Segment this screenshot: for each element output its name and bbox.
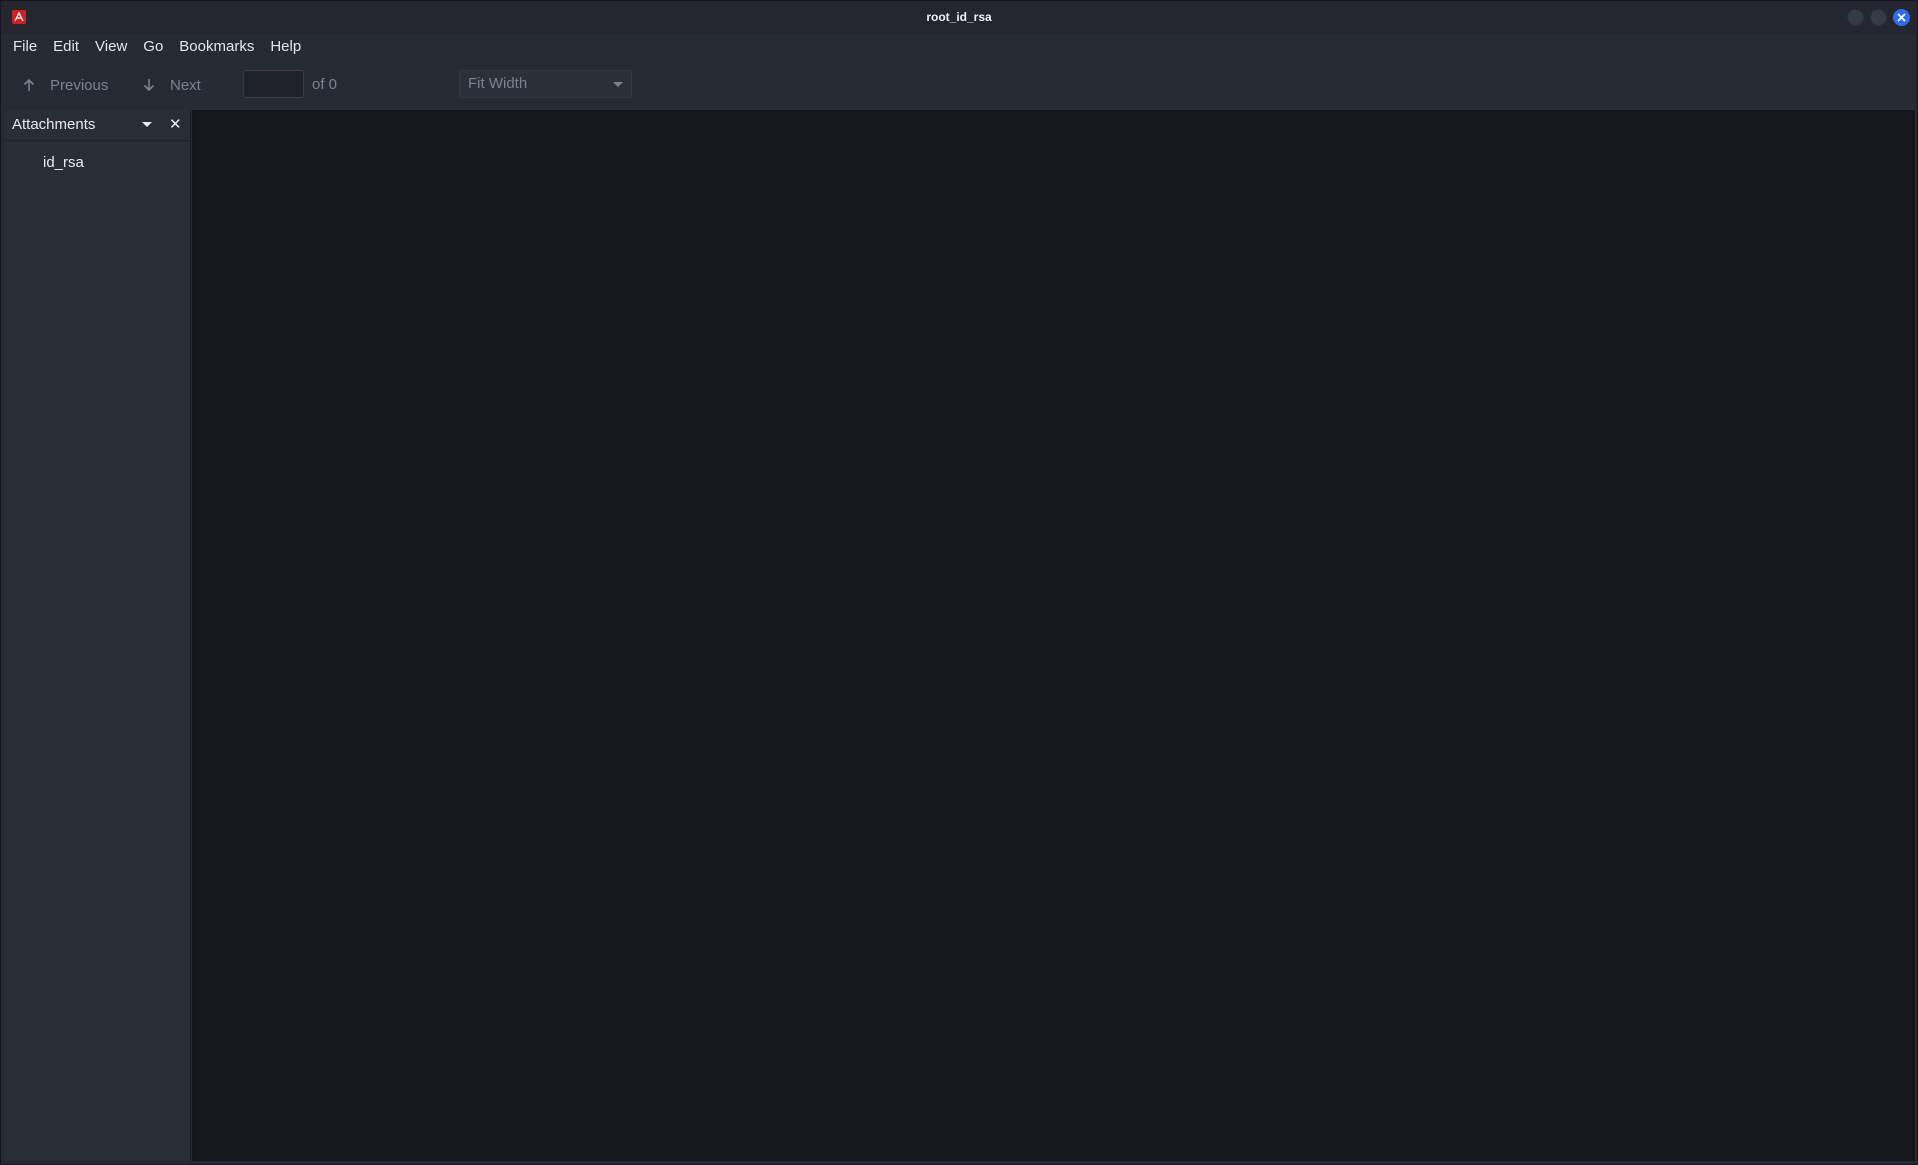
page-number-input[interactable] (243, 70, 304, 98)
window-title: root_id_rsa (926, 10, 992, 24)
close-icon (1897, 13, 1906, 22)
next-page-button[interactable]: Next (141, 72, 201, 98)
previous-label: Previous (50, 76, 109, 94)
maximize-button[interactable] (1870, 9, 1887, 26)
menu-go[interactable]: Go (135, 34, 171, 60)
title-bar: root_id_rsa (1, 1, 1917, 34)
menu-edit[interactable]: Edit (45, 34, 87, 60)
next-label: Next (170, 76, 201, 94)
arrow-up-icon (21, 77, 37, 93)
minimize-button[interactable] (1847, 9, 1864, 26)
zoom-value: Fit Width (468, 75, 528, 92)
sidebar-title: Attachments (12, 116, 96, 133)
zoom-select[interactable]: Fit Width (459, 70, 632, 98)
menu-help[interactable]: Help (262, 34, 309, 60)
chevron-down-icon (613, 82, 623, 87)
previous-page-button[interactable]: Previous (21, 72, 108, 98)
document-view[interactable] (192, 110, 1915, 1161)
page-count-label: of 0 (312, 76, 338, 93)
list-item[interactable]: id_rsa (43, 154, 84, 171)
sidebar-header: Attachments ✕ (5, 110, 190, 141)
close-window-button[interactable] (1893, 9, 1910, 26)
menu-bookmarks[interactable]: Bookmarks (171, 34, 262, 60)
sidebar-panel: Attachments ✕ (5, 110, 191, 1161)
sidebar-mode-dropdown-icon[interactable] (142, 122, 152, 127)
menu-bar: File Edit View Go Bookmarks Help (1, 34, 1917, 60)
arrow-down-icon (141, 77, 157, 93)
sidebar-close-button[interactable]: ✕ (169, 115, 182, 133)
menu-view[interactable]: View (87, 34, 135, 60)
menu-file[interactable]: File (5, 34, 45, 60)
pdf-viewer-window: root_id_rsa File Edit View Go Bookmarks … (0, 0, 1918, 1165)
